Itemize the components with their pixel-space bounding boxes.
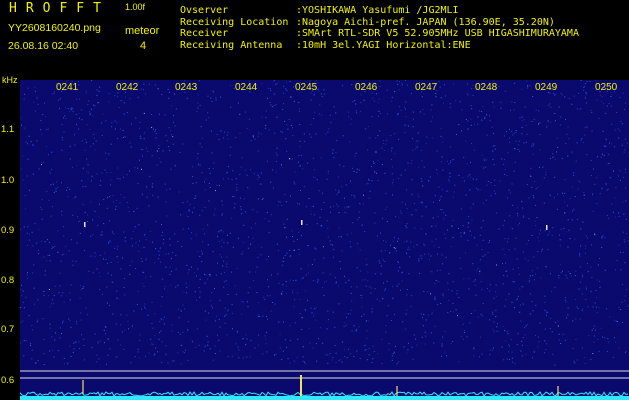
meteor-label: meteor <box>125 25 160 37</box>
spectrogram-canvas <box>20 80 629 400</box>
x-tick-label: 0248 <box>475 82 498 93</box>
meteor-echo <box>301 220 303 225</box>
meteor-echo <box>84 222 86 227</box>
meteor-count: 4 <box>140 40 147 52</box>
station-info: Ovserver :YOSHIKAWA Yasufumi /JG2MLI Rece… <box>180 5 579 51</box>
y-axis-unit: kHz <box>2 75 18 85</box>
info-key: Receiver <box>180 28 229 39</box>
info-value: :SMArt RTL-SDR V5 52.905MHz USB HIGASHIM… <box>296 28 579 39</box>
info-row-antenna: Receiving Antenna :10mH 3el.YAGI Horizont… <box>180 40 579 52</box>
info-value: :10mH 3el.YAGI Horizontal:ENE <box>296 39 471 51</box>
x-tick-label: 0249 <box>535 82 558 93</box>
info-row-observer: Ovserver :YOSHIKAWA Yasufumi /JG2MLI <box>180 5 579 17</box>
capture-datetime: 26.08.16 02:40 <box>8 40 79 52</box>
x-tick-label: 0242 <box>116 82 139 93</box>
app-title: HROFFT <box>9 1 110 16</box>
x-tick-label: 0241 <box>56 82 79 93</box>
info-key: Receiving Location <box>180 16 289 28</box>
x-tick-label: 0250 <box>595 82 618 93</box>
image-filename: YY2608160240.png <box>8 22 101 34</box>
x-tick-label: 0243 <box>175 82 198 93</box>
noise-layer <box>20 80 629 366</box>
info-row-receiver: Receiver :SMArt RTL-SDR V5 52.905MHz USB … <box>180 28 579 40</box>
info-value: :Nagoya Aichi-pref. JAPAN (136.90E, 35.2… <box>296 16 555 28</box>
y-tick-label: 1.0 <box>1 175 15 186</box>
trace-baseline <box>20 396 629 400</box>
y-tick-label: 1.1 <box>1 124 15 135</box>
y-tick-label: 0.7 <box>1 324 15 335</box>
y-tick-label: 0.6 <box>1 375 15 386</box>
info-value: :YOSHIKAWA Yasufumi /JG2MLI <box>296 5 459 16</box>
x-tick-label: 0244 <box>235 82 258 93</box>
signal-trace <box>20 391 629 397</box>
info-row-location: Receiving Location :Nagoya Aichi-pref. JA… <box>180 17 579 29</box>
x-tick-label: 0247 <box>415 82 438 93</box>
app-version: 1.00f <box>125 2 146 12</box>
info-key: Receiving Antenna <box>180 39 283 51</box>
spectrogram <box>20 80 629 400</box>
x-tick-label: 0246 <box>355 82 378 93</box>
meteor-echo <box>546 225 548 230</box>
info-key: Ovserver <box>180 5 229 16</box>
y-tick-label: 0.9 <box>1 225 15 236</box>
header-panel: HROFFT 1.00f YY2608160240.png meteor 26.… <box>0 0 629 74</box>
y-tick-label: 0.8 <box>1 275 15 286</box>
x-tick-label: 0245 <box>295 82 318 93</box>
